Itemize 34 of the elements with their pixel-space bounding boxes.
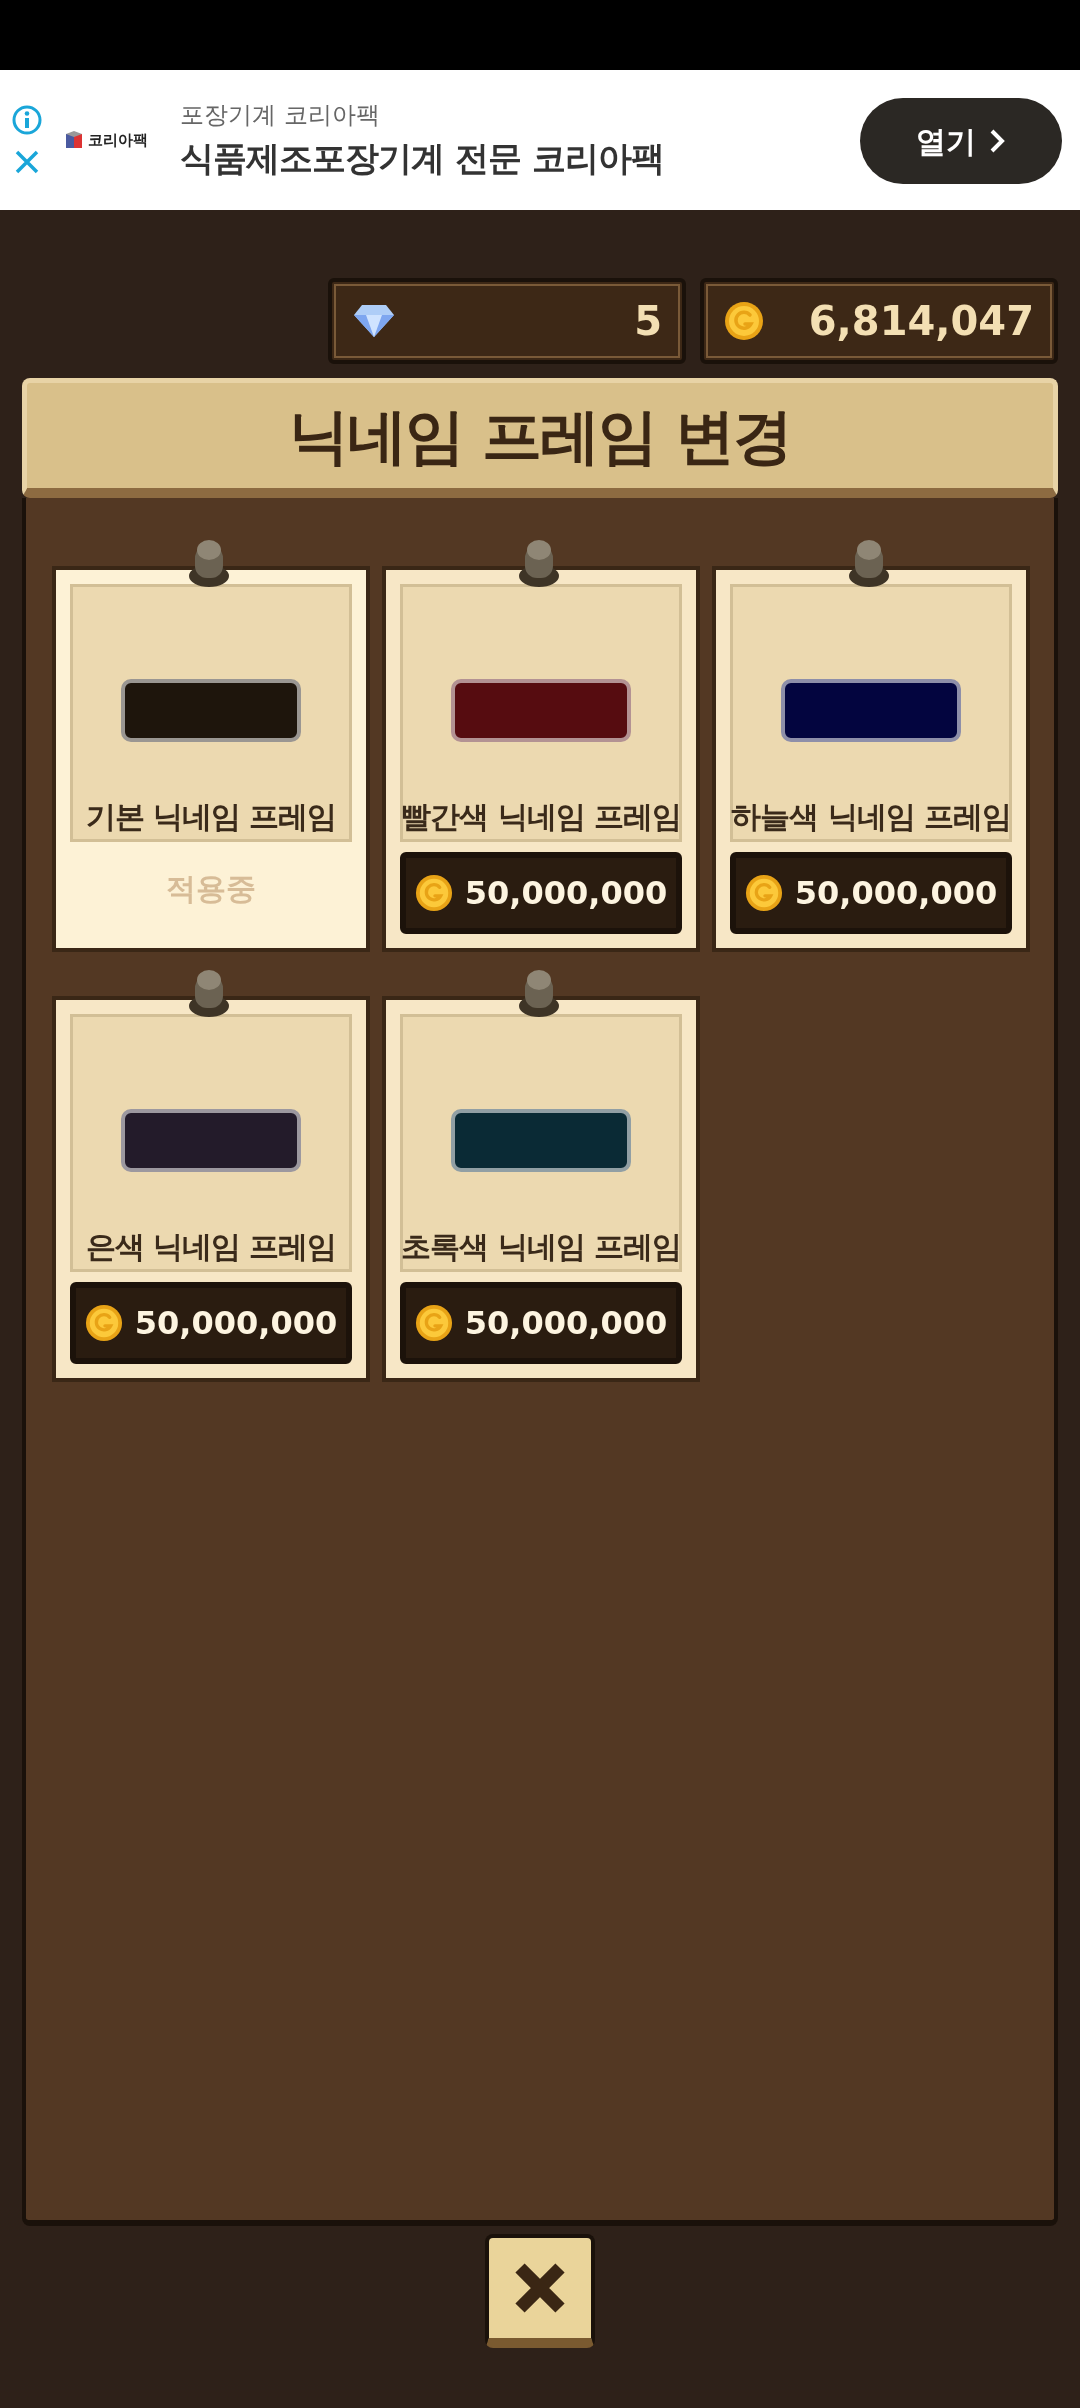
info-icon[interactable] (11, 104, 43, 136)
coin-icon (744, 874, 783, 912)
frame-name: 은색 닉네임 프레임 (85, 1228, 337, 1266)
coin-icon (724, 301, 764, 341)
frame-name: 초록색 닉네임 프레임 (401, 1228, 681, 1266)
diamond-icon (352, 303, 396, 339)
ad-banner[interactable]: 코리아팩 포장기계 코리아팩 식품제조포장기계 전문 코리아팩 열기 (0, 70, 1080, 210)
frame-card[interactable]: 하늘색 닉네임 프레임 50,000,000 (712, 566, 1030, 952)
price-button[interactable]: 50,000,000 (730, 852, 1012, 934)
open-button[interactable]: 열기 (860, 98, 1062, 184)
chevron-right-icon (988, 128, 1006, 154)
coin-icon (414, 874, 453, 912)
close-button[interactable] (485, 2234, 595, 2348)
frame-card[interactable]: 빨간색 닉네임 프레임 50,000,000 (382, 566, 700, 952)
coin-icon (84, 1304, 123, 1342)
title: 닉네임 프레임 변경 (289, 399, 791, 473)
price-button[interactable]: 50,000,000 (400, 1282, 682, 1364)
frame-name: 하늘색 닉네임 프레임 (731, 798, 1011, 836)
frame-card[interactable]: 기본 닉네임 프레임 적용중 (52, 566, 370, 952)
price-button[interactable]: 50,000,000 (400, 852, 682, 934)
ad-headline: 식품제조포장기계 전문 코리아팩 (180, 136, 664, 180)
frame-card[interactable]: 은색 닉네임 프레임 50,000,000 (52, 996, 370, 1382)
close-icon[interactable] (13, 148, 41, 176)
gem-count: 5 (634, 297, 662, 346)
frame-name: 빨간색 닉네임 프레임 (401, 798, 681, 836)
ad-brand: 코리아팩 (88, 129, 148, 151)
applied-label: 적용중 (166, 869, 256, 908)
frame-name: 기본 닉네임 프레임 (85, 798, 337, 836)
ad-subtitle: 포장기계 코리아팩 (180, 99, 381, 131)
frame-card[interactable]: 초록색 닉네임 프레임 50,000,000 (382, 996, 700, 1382)
logo-icon (64, 130, 84, 150)
price-button[interactable]: 50,000,000 (70, 1282, 352, 1364)
coin-icon (414, 1304, 453, 1342)
coin-count: 6,814,047 (808, 297, 1034, 346)
